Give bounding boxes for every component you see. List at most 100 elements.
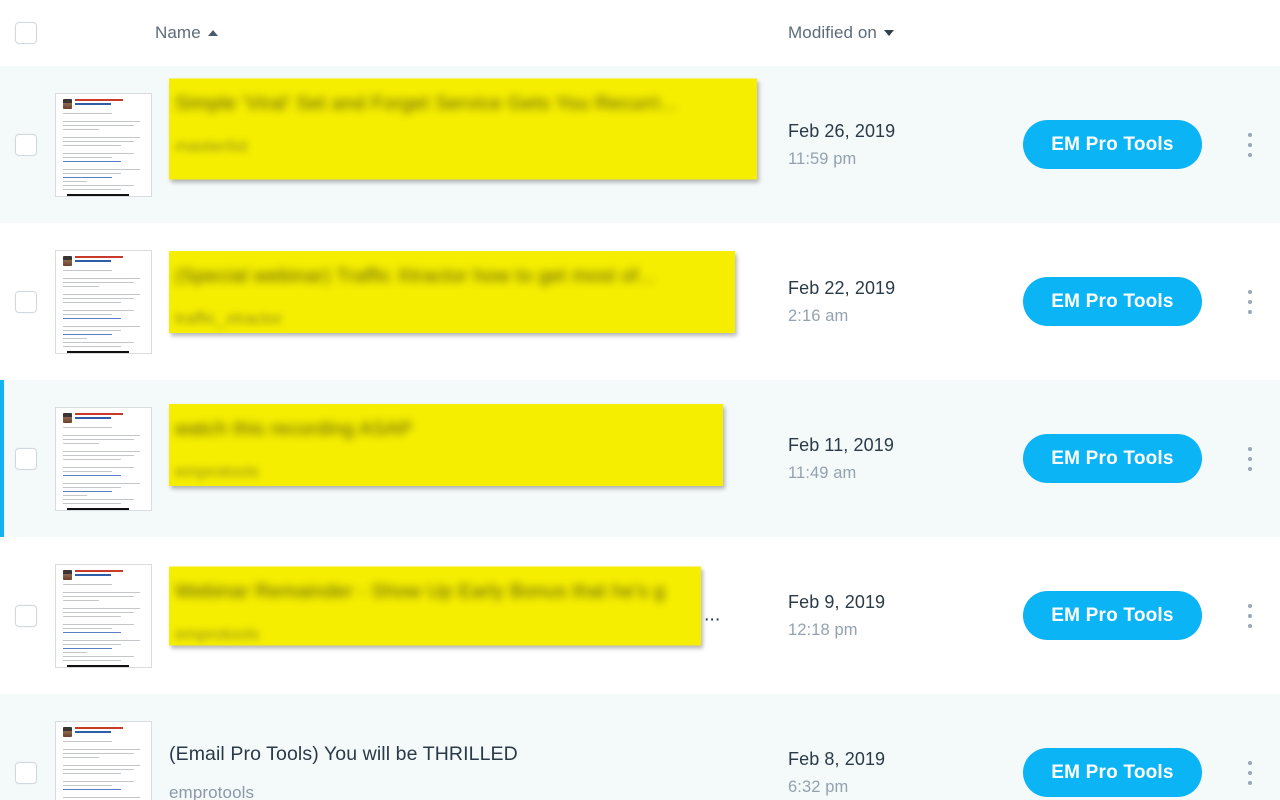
email-thumbnail[interactable] xyxy=(55,563,152,668)
row-thumbnail-cell xyxy=(52,720,155,800)
row-overflow-menu-icon[interactable] xyxy=(1238,601,1262,631)
row-menu-cell xyxy=(1220,444,1280,474)
row-subtitle-redacted: masterlist xyxy=(175,136,248,155)
row-select-checkbox[interactable] xyxy=(15,447,37,470)
row-thumbnail-cell xyxy=(52,406,155,511)
thumbnail-header-lines xyxy=(75,726,144,735)
thumbnail-header-lines xyxy=(75,569,144,578)
redaction-highlight: (Special webinar) Traffic Xtractor how t… xyxy=(169,250,735,333)
row-modified-date: Feb 11, 2019 xyxy=(788,434,894,455)
em-pro-tools-button[interactable]: EM Pro Tools xyxy=(1023,277,1202,326)
row-modified-date: Feb 22, 2019 xyxy=(788,277,896,298)
thumbnail-redaction-bar xyxy=(67,194,129,196)
thumbnail-avatar-icon xyxy=(63,726,72,737)
thumbnail-header-lines xyxy=(75,98,144,107)
em-pro-tools-button[interactable]: EM Pro Tools xyxy=(1023,120,1202,169)
thumbnail-avatar-icon xyxy=(63,98,72,109)
row-checkbox-cell xyxy=(0,761,52,784)
row-select-checkbox[interactable] xyxy=(15,290,37,313)
header-checkbox-cell xyxy=(0,22,52,44)
row-select-checkbox[interactable] xyxy=(15,133,37,156)
thumbnail-header-lines xyxy=(75,412,144,421)
thumbnail-avatar-icon xyxy=(63,255,72,266)
thumbnail-header xyxy=(63,412,144,423)
row-overflow-menu-icon[interactable] xyxy=(1238,444,1262,474)
header-name-cell: Name xyxy=(155,23,775,43)
file-list-page: Name Modified on Simple 'Viral' Set and … xyxy=(0,0,1280,800)
table-row[interactable]: Webinar Remainder - Show Up Early Bonus … xyxy=(0,537,1280,694)
redaction-highlight: watch this recording ASAP emprotools xyxy=(169,403,723,486)
email-thumbnail[interactable] xyxy=(55,406,152,511)
thumbnail-header-lines xyxy=(75,255,144,264)
row-checkbox-cell xyxy=(0,447,52,470)
em-pro-tools-button[interactable]: EM Pro Tools xyxy=(1023,591,1202,640)
row-menu-cell xyxy=(1220,130,1280,160)
row-title[interactable]: (Email Pro Tools) You will be THRILLED xyxy=(169,742,775,767)
email-thumbnail[interactable] xyxy=(55,249,152,354)
table-row[interactable]: (Email Pro Tools) You will be THRILLED e… xyxy=(0,694,1280,800)
sort-ascending-icon xyxy=(207,30,218,36)
sort-by-modified-button[interactable]: Modified on xyxy=(788,23,894,43)
row-modified-date: Feb 9, 2019 xyxy=(788,591,886,612)
row-modified-cell: Feb 9, 2019 12:18 pm xyxy=(775,592,1005,640)
row-subtitle-redacted: traffic_xtractor xyxy=(175,308,283,328)
row-thumbnail-cell xyxy=(52,249,155,354)
row-action-cell: EM Pro Tools xyxy=(1005,120,1220,169)
file-list: Simple 'Viral' Set and Forget Service Ge… xyxy=(0,66,1280,800)
row-select-checkbox[interactable] xyxy=(15,604,37,627)
em-pro-tools-button[interactable]: EM Pro Tools xyxy=(1023,434,1202,483)
row-modified-cell: Feb 8, 2019 6:32 pm xyxy=(775,749,1005,797)
row-menu-cell xyxy=(1220,758,1280,788)
thumbnail-redaction-bar xyxy=(67,508,129,510)
email-thumbnail[interactable] xyxy=(55,92,152,197)
redaction-highlight: Webinar Remainder - Show Up Early Bonus … xyxy=(169,566,701,645)
row-subtitle-redacted: emprotools xyxy=(175,461,260,481)
table-row[interactable]: watch this recording ASAP emprotools Feb… xyxy=(0,380,1280,537)
select-all-checkbox[interactable] xyxy=(15,22,37,44)
row-overflow-menu-icon[interactable] xyxy=(1238,758,1262,788)
thumbnail-header xyxy=(63,255,144,266)
row-action-cell: EM Pro Tools xyxy=(1005,434,1220,483)
row-modified-date: Feb 8, 2019 xyxy=(788,748,886,769)
row-title-redacted: watch this recording ASAP xyxy=(175,417,413,440)
row-modified-date: Feb 26, 2019 xyxy=(788,120,896,141)
row-overflow-menu-icon[interactable] xyxy=(1238,287,1262,317)
row-menu-cell xyxy=(1220,601,1280,631)
thumbnail-header xyxy=(63,98,144,109)
row-name-wrapper: (Email Pro Tools) You will be THRILLED e… xyxy=(155,742,775,800)
row-menu-cell xyxy=(1220,287,1280,317)
row-thumbnail-cell xyxy=(52,92,155,197)
table-row[interactable]: Simple 'Viral' Set and Forget Service Ge… xyxy=(0,66,1280,223)
header-modified-label: Modified on xyxy=(788,23,877,42)
row-modified-cell: Feb 11, 2019 11:49 am xyxy=(775,435,1005,483)
list-header: Name Modified on xyxy=(0,0,1280,66)
row-modified-cell: Feb 22, 2019 2:16 am xyxy=(775,278,1005,326)
row-modified-time: 12:18 pm xyxy=(788,620,858,639)
row-modified-time: 2:16 am xyxy=(788,306,849,325)
row-title-redacted: Simple 'Viral' Set and Forget Service Ge… xyxy=(175,92,678,114)
em-pro-tools-button[interactable]: EM Pro Tools xyxy=(1023,748,1202,797)
row-title-redacted: (Special webinar) Traffic Xtractor how t… xyxy=(175,264,656,287)
thumbnail-redaction-bar xyxy=(67,351,129,353)
thumbnail-avatar-icon xyxy=(63,412,72,423)
row-modified-time: 11:59 pm xyxy=(788,149,857,168)
row-title-truncation-ellipsis: ... xyxy=(704,603,721,625)
header-modified-cell: Modified on xyxy=(775,23,1005,43)
thumbnail-avatar-icon xyxy=(63,569,72,580)
row-title-redacted: Webinar Remainder - Show Up Early Bonus … xyxy=(175,580,666,602)
header-name-label: Name xyxy=(155,23,201,42)
row-checkbox-cell xyxy=(0,604,52,627)
sort-by-name-button[interactable]: Name xyxy=(155,23,218,43)
row-overflow-menu-icon[interactable] xyxy=(1238,130,1262,160)
row-thumbnail-cell xyxy=(52,563,155,668)
row-checkbox-cell xyxy=(0,133,52,156)
row-name-cell: (Email Pro Tools) You will be THRILLED e… xyxy=(155,742,775,800)
row-select-checkbox[interactable] xyxy=(15,761,37,784)
row-subtitle: emprotools xyxy=(169,783,255,800)
table-row[interactable]: (Special webinar) Traffic Xtractor how t… xyxy=(0,223,1280,380)
row-modified-cell: Feb 26, 2019 11:59 pm xyxy=(775,121,1005,169)
row-action-cell: EM Pro Tools xyxy=(1005,277,1220,326)
chevron-down-icon xyxy=(884,30,894,36)
email-thumbnail[interactable] xyxy=(55,720,152,800)
row-modified-time: 6:32 pm xyxy=(788,777,849,796)
